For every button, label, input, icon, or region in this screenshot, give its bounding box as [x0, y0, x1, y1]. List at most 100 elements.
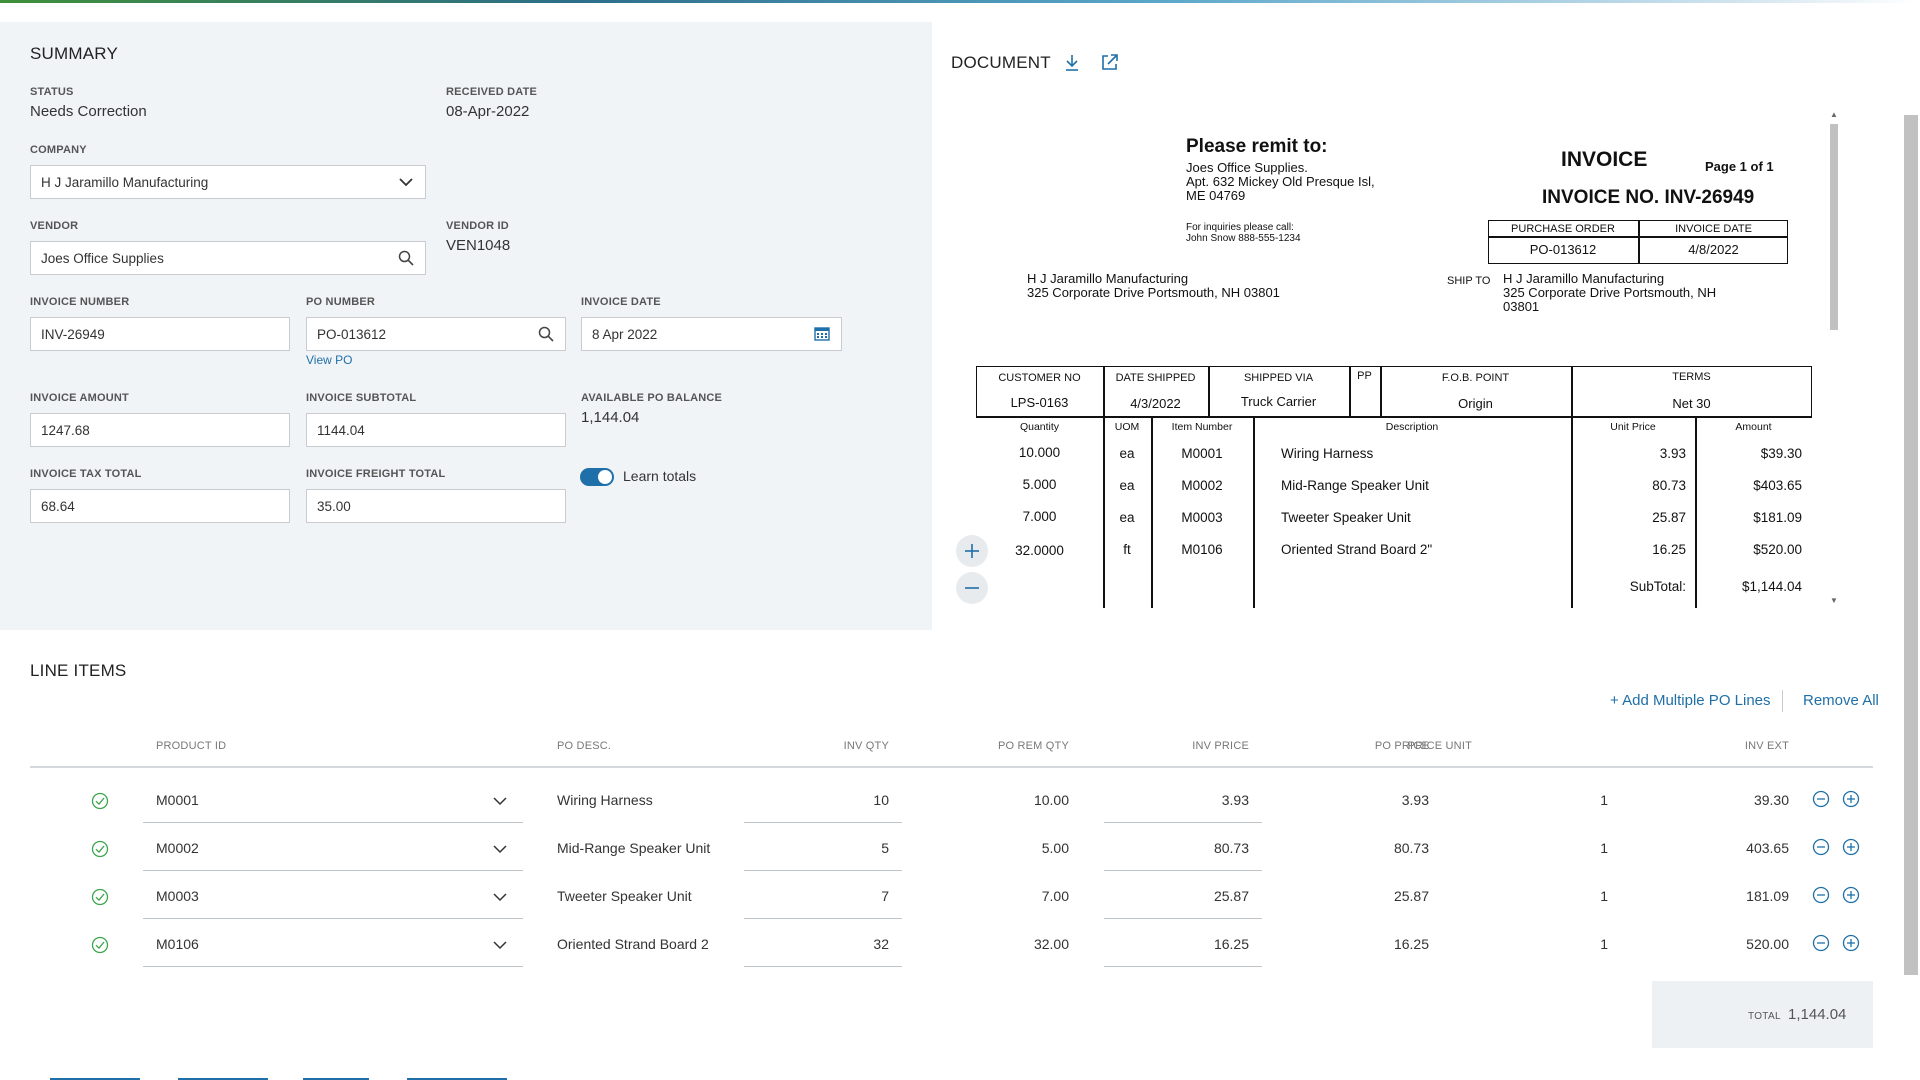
minus-circle-icon[interactable] — [1812, 886, 1830, 904]
check-circle-icon — [91, 936, 109, 954]
price-unit: 1 — [1508, 840, 1608, 856]
col-amount: Amount — [1695, 421, 1812, 433]
col-po-desc[interactable]: PO DESC. — [557, 740, 611, 752]
product-id-select[interactable]: M0002 — [156, 840, 199, 856]
vendor-input[interactable]: Joes Office Supplies — [30, 241, 426, 275]
field-underline — [1104, 822, 1262, 823]
bill-name: H J Jaramillo Manufacturing — [1027, 272, 1280, 286]
line-desc: Oriented Strand Board 2" — [1281, 542, 1432, 557]
minus-circle-icon[interactable] — [1812, 790, 1830, 808]
terms-value: Net 30 — [1571, 396, 1812, 411]
field-underline — [143, 870, 523, 871]
page-scrollbar-thumb[interactable] — [1904, 115, 1918, 975]
scroll-down-arrow[interactable]: ▼ — [1830, 596, 1838, 605]
view-po-link[interactable]: View PO — [306, 353, 352, 367]
plus-circle-icon[interactable] — [1842, 790, 1860, 808]
customer-no: LPS-0163 — [976, 395, 1103, 410]
product-id-select[interactable]: M0003 — [156, 888, 199, 904]
received-date-label: RECEIVED DATE — [446, 86, 537, 98]
invoice-date-input[interactable]: 8 Apr 2022 — [581, 317, 842, 351]
inv-ext: 403.65 — [1689, 840, 1789, 856]
col-po-rem-qty[interactable]: PO REM QTY — [969, 740, 1069, 752]
company-select[interactable]: H J Jaramillo Manufacturing — [30, 165, 426, 199]
remove-all-button[interactable]: Remove All — [1803, 692, 1879, 709]
freight-total-input[interactable]: 35.00 — [306, 489, 566, 523]
line-qty: 7.000 — [976, 509, 1103, 524]
learn-totals-toggle[interactable] — [580, 468, 614, 486]
line-qty: 10.000 — [976, 445, 1103, 460]
document-viewer[interactable]: Please remit to: Joes Office Supplies. A… — [960, 108, 1842, 608]
minus-circle-icon[interactable] — [1812, 934, 1830, 952]
inv-price-input[interactable]: 80.73 — [1149, 840, 1249, 856]
tax-total-input[interactable]: 68.64 — [30, 489, 290, 523]
inv-qty-input[interactable]: 32 — [789, 936, 889, 952]
calendar-icon[interactable] — [813, 325, 831, 343]
col-inv-price[interactable]: INV PRICE — [1149, 740, 1249, 752]
add-multiple-po-lines-button[interactable]: + Add Multiple PO Lines — [1610, 692, 1771, 709]
po-number-input[interactable]: PO-013612 — [306, 317, 566, 351]
date-shipped: 4/3/2022 — [1103, 396, 1208, 411]
chevron-down-icon[interactable] — [492, 793, 508, 809]
price-unit: 1 — [1508, 936, 1608, 952]
line-uom: ea — [1103, 478, 1151, 493]
download-icon[interactable] — [1064, 54, 1082, 72]
invoice-amount-input[interactable]: 1247.68 — [30, 413, 290, 447]
line-unit: 3.93 — [1571, 446, 1686, 461]
plus-circle-icon[interactable] — [1842, 838, 1860, 856]
inv-price-input[interactable]: 16.25 — [1149, 936, 1249, 952]
scroll-up-arrow[interactable]: ▲ — [1830, 110, 1838, 119]
invoice-date-label: INVOICE DATE — [581, 296, 661, 308]
tax-total-label: INVOICE TAX TOTAL — [30, 468, 142, 480]
invoice-amount-label: INVOICE AMOUNT — [30, 392, 129, 404]
col-inv-qty[interactable]: INV QTY — [789, 740, 889, 752]
search-icon[interactable] — [397, 249, 415, 267]
status-value: Needs Correction — [30, 103, 147, 120]
inv-qty-input[interactable]: 10 — [789, 792, 889, 808]
invoice-amount-value: 1247.68 — [41, 423, 279, 438]
plus-circle-icon[interactable] — [1842, 886, 1860, 904]
field-underline — [1104, 918, 1262, 919]
field-underline — [143, 966, 523, 967]
po-rem-qty: 32.00 — [969, 936, 1069, 952]
ship-addr: 03801 — [1503, 300, 1716, 314]
plus-circle-icon[interactable] — [1842, 934, 1860, 952]
inv-price-input[interactable]: 25.87 — [1149, 888, 1249, 904]
line-item: M0002 — [1151, 478, 1253, 493]
field-underline — [744, 822, 902, 823]
chevron-down-icon[interactable] — [492, 889, 508, 905]
link-separator — [1782, 690, 1783, 712]
document-scrollbar[interactable]: ▲ ▼ — [1827, 110, 1841, 608]
col-inv-ext[interactable]: INV EXT — [1689, 740, 1789, 752]
invoice-subtotal-input[interactable]: 1144.04 — [306, 413, 566, 447]
po-price: 3.93 — [1329, 792, 1429, 808]
zoom-in-icon[interactable] — [956, 535, 988, 567]
po-desc: Tweeter Speaker Unit — [557, 888, 692, 904]
table-row: M0106 Oriented Strand Board 2 32 32.00 1… — [0, 920, 1900, 968]
minus-circle-icon[interactable] — [1812, 838, 1830, 856]
line-unit: 25.87 — [1571, 510, 1686, 525]
scroll-thumb[interactable] — [1830, 124, 1838, 330]
po-header: PURCHASE ORDER — [1488, 223, 1638, 235]
invoice-number-heading: INVOICE NO. INV-26949 — [1542, 187, 1754, 209]
available-po-balance-label: AVAILABLE PO BALANCE — [581, 392, 722, 404]
invoice-number-input[interactable]: INV-26949 — [30, 317, 290, 351]
po-rem-qty: 7.00 — [969, 888, 1069, 904]
product-id-select[interactable]: M0001 — [156, 792, 199, 808]
product-id-select[interactable]: M0106 — [156, 936, 199, 952]
vendor-id-label: VENDOR ID — [446, 220, 509, 232]
inv-price-input[interactable]: 3.93 — [1149, 792, 1249, 808]
external-link-icon[interactable] — [1101, 54, 1119, 72]
line-desc: Wiring Harness — [1281, 446, 1373, 461]
vendor-id-value: VEN1048 — [446, 237, 510, 254]
chevron-down-icon[interactable] — [492, 937, 508, 953]
zoom-out-icon[interactable] — [956, 572, 988, 604]
col-uom: UOM — [1103, 421, 1151, 433]
price-unit: 1 — [1508, 888, 1608, 904]
col-price-unit[interactable]: PRICE UNIT — [1372, 740, 1472, 752]
col-product-id[interactable]: PRODUCT ID — [156, 740, 226, 752]
inv-qty-input[interactable]: 5 — [789, 840, 889, 856]
search-icon[interactable] — [537, 325, 555, 343]
table-row: M0001 Wiring Harness 10 10.00 3.93 3.93 … — [0, 776, 1900, 824]
chevron-down-icon[interactable] — [492, 841, 508, 857]
inv-qty-input[interactable]: 7 — [789, 888, 889, 904]
